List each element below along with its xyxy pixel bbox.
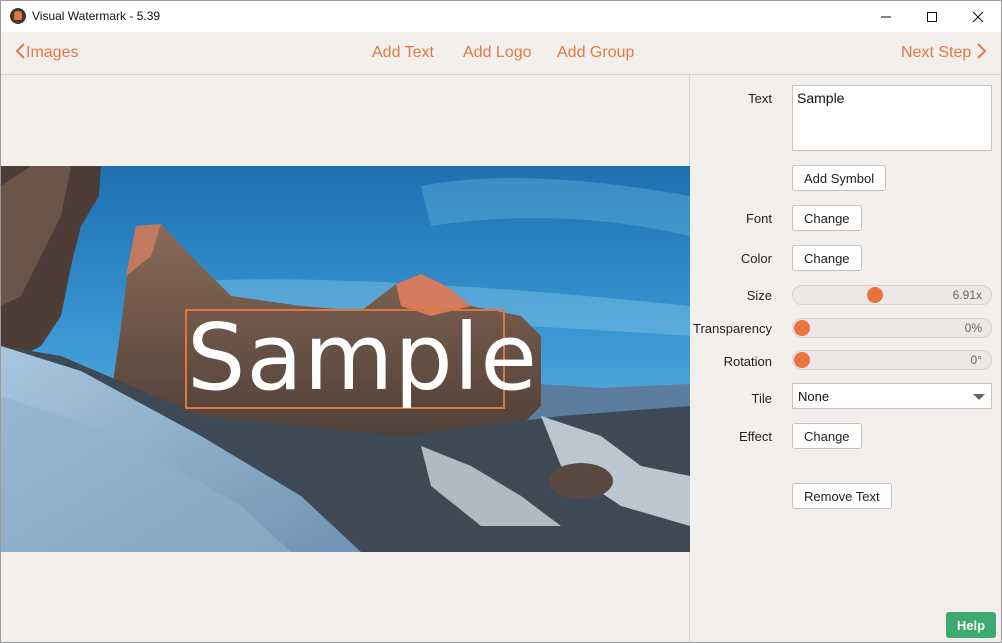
window-title: Visual Watermark - 5.39 <box>32 9 161 23</box>
add-symbol-button[interactable]: Add Symbol <box>792 165 887 191</box>
rotation-label: Rotation <box>723 354 772 369</box>
color-change-button[interactable]: Change <box>792 245 862 271</box>
chevron-down-icon <box>973 394 985 400</box>
effect-change-button[interactable]: Change <box>792 423 862 449</box>
close-button[interactable] <box>955 1 1001 32</box>
size-slider-knob[interactable] <box>867 287 883 303</box>
tile-label: Tile <box>751 391 772 406</box>
add-logo-link[interactable]: Add Logo <box>463 44 532 62</box>
color-label: Color <box>740 251 772 266</box>
watermark-selection-box[interactable]: Sample <box>185 304 537 411</box>
preview-image: Sample <box>1 166 690 552</box>
back-to-images-link[interactable]: Images <box>14 43 79 62</box>
transparency-slider-knob[interactable] <box>794 320 810 336</box>
tile-select[interactable]: None <box>792 383 992 409</box>
title-bar: Visual Watermark - 5.39 <box>1 1 1001 32</box>
back-label: Images <box>26 44 79 61</box>
size-label: Size <box>746 288 772 303</box>
maximize-button[interactable] <box>909 1 955 32</box>
watermark-text[interactable]: Sample <box>187 303 537 413</box>
watermark-text-input[interactable]: Sample <box>792 85 992 151</box>
transparency-label: Transparency <box>693 321 772 336</box>
size-value: 6.91x <box>952 288 982 302</box>
tile-selected-value: None <box>798 389 830 404</box>
effect-label: Effect <box>738 429 772 444</box>
transparency-value: 0% <box>964 321 982 335</box>
font-change-button[interactable]: Change <box>792 205 862 231</box>
rotation-slider-knob[interactable] <box>794 352 810 368</box>
font-label: Font <box>745 211 772 226</box>
help-button[interactable]: Help <box>946 612 996 638</box>
transparency-slider[interactable]: 0% <box>792 318 992 338</box>
close-icon <box>972 11 984 22</box>
app-logo-icon <box>10 8 26 24</box>
minimize-button[interactable] <box>863 1 909 32</box>
app-window: Visual Watermark - 5.39 Images Add Text … <box>0 0 1002 643</box>
text-label: Text <box>748 91 772 106</box>
add-group-link[interactable]: Add Group <box>557 44 634 62</box>
add-text-link[interactable]: Add Text <box>372 44 434 62</box>
maximize-icon <box>927 11 937 22</box>
nav-bar: Images Add Text Add Logo Add Group Next … <box>1 32 1001 75</box>
properties-panel: Text Sample Add Symbol Font Change Color… <box>691 75 1001 642</box>
size-slider[interactable]: 6.91x <box>792 285 992 305</box>
preview-area: Sample <box>1 75 690 642</box>
rotation-slider[interactable]: 0° <box>792 350 992 370</box>
rotation-value: 0° <box>970 353 982 367</box>
chevron-left-icon <box>15 43 25 59</box>
chevron-right-icon <box>977 43 987 59</box>
minimize-icon <box>881 16 891 17</box>
next-step-link[interactable]: Next Step <box>901 43 989 62</box>
remove-text-button[interactable]: Remove Text <box>792 483 892 509</box>
next-label: Next Step <box>901 44 972 61</box>
